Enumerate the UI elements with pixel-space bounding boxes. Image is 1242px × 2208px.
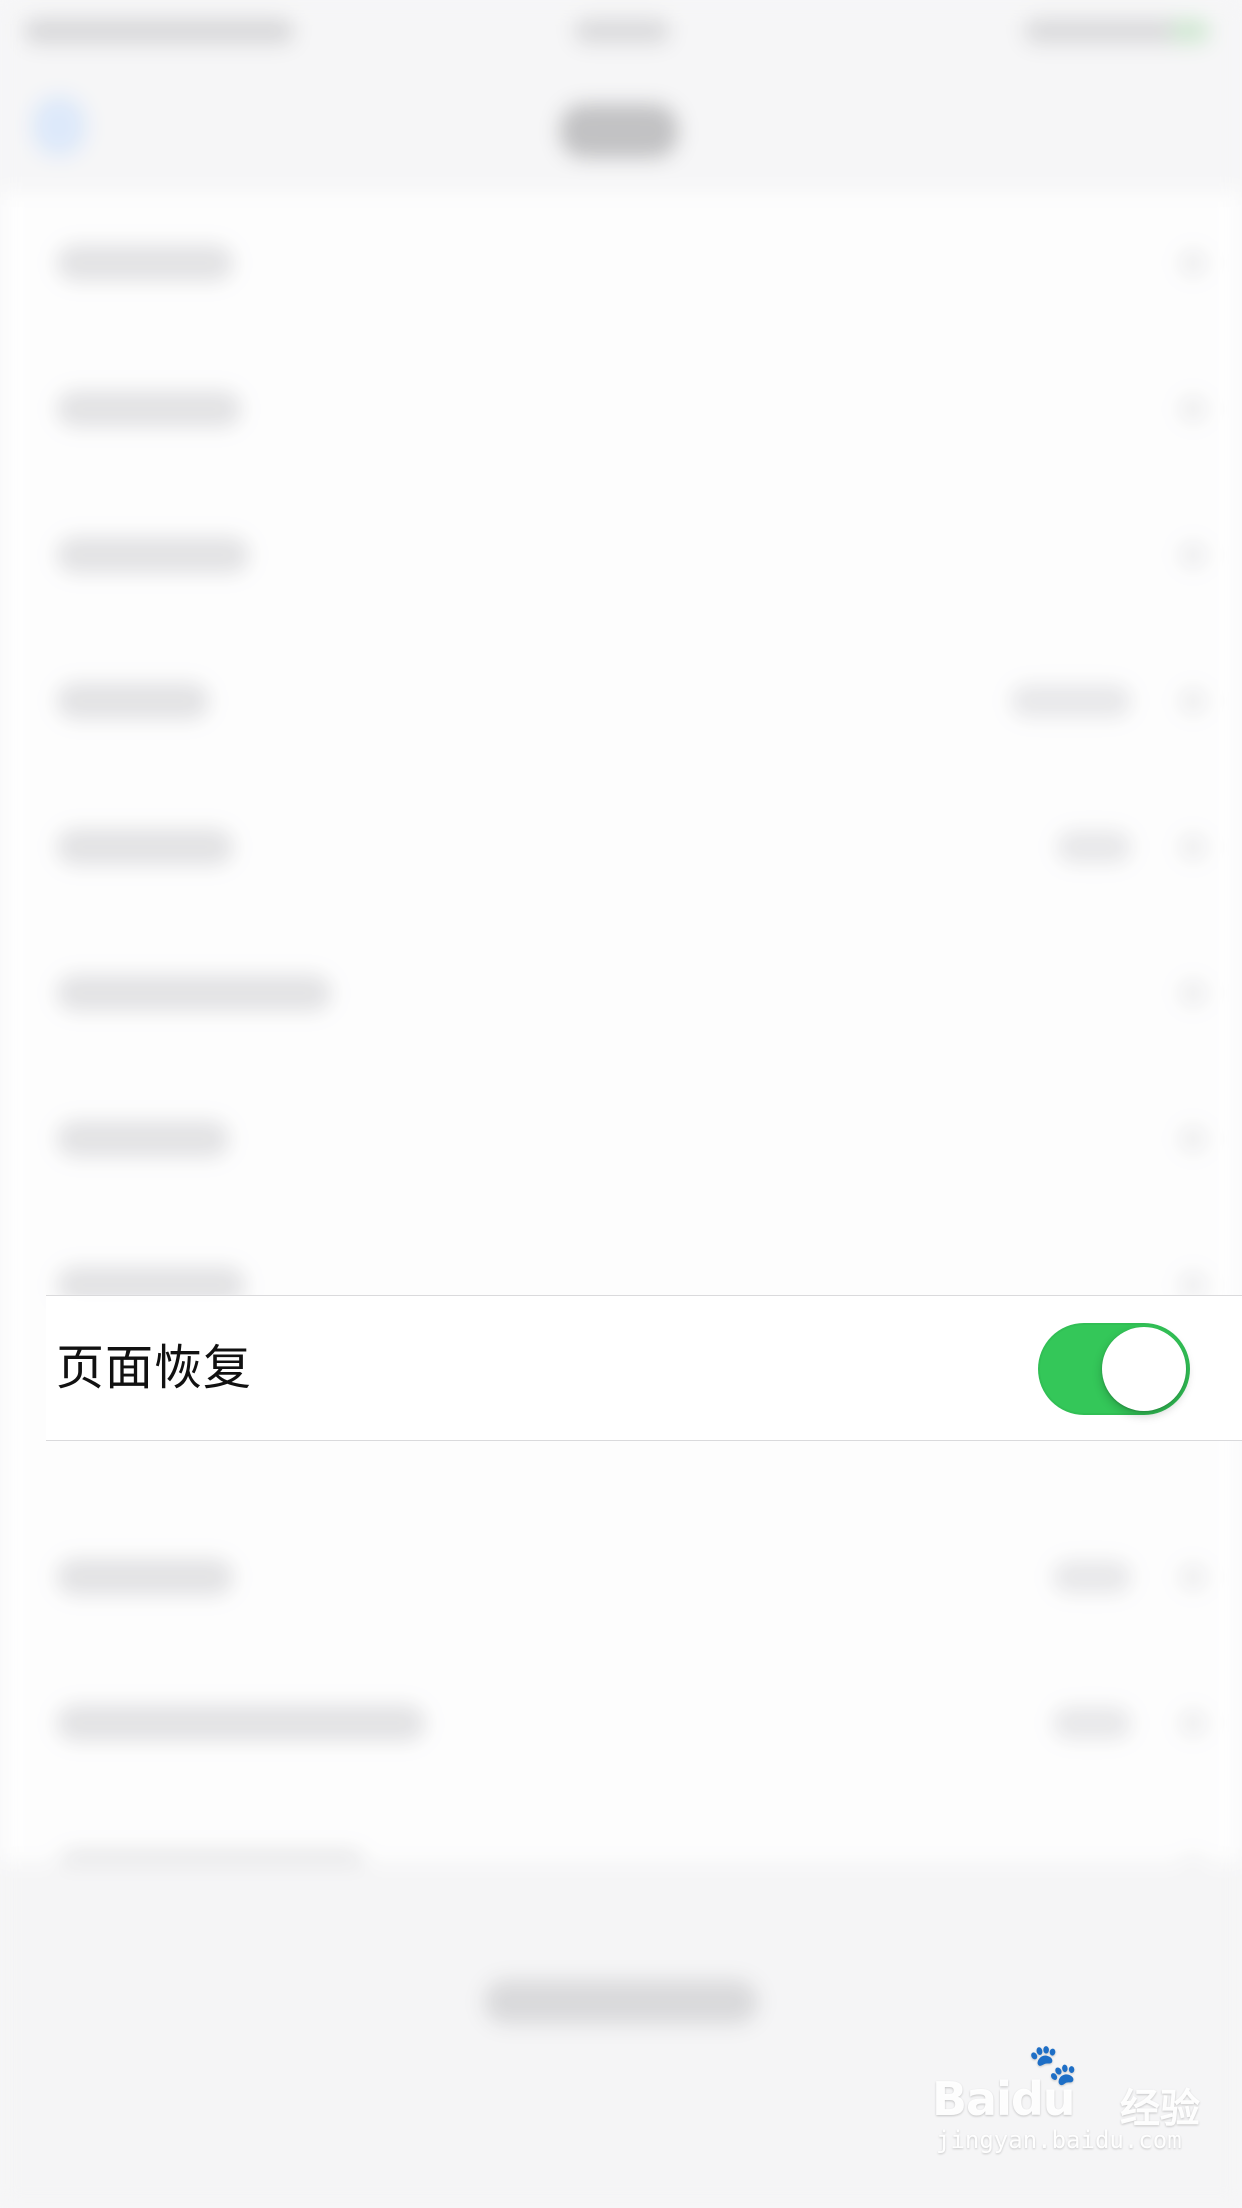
battery-icon (1170, 18, 1210, 44)
status-left-placeholder (24, 18, 294, 44)
navigation-title-placeholder (560, 104, 678, 158)
blurred-row (0, 338, 1242, 484)
blurred-row (0, 630, 1242, 776)
blurred-row-label (56, 1120, 230, 1158)
blurred-row (0, 484, 1242, 630)
baidu-jingyan-watermark: 🐾 Baidu 经验 jingyan.baidu.com (932, 2044, 1200, 2156)
blurred-footer (0, 1862, 1242, 2208)
back-icon (32, 96, 86, 156)
chevron-right-icon (1178, 540, 1208, 570)
chevron-right-icon (1178, 1124, 1208, 1154)
blurred-row-value (1052, 1560, 1132, 1594)
blurred-row (0, 1798, 1242, 1944)
watermark-url: jingyan.baidu.com (936, 2126, 1182, 2154)
status-center-placeholder (574, 18, 670, 44)
blurred-row-value (1010, 684, 1132, 718)
chevron-right-icon (1178, 1854, 1208, 1884)
chevron-right-icon (1178, 394, 1208, 424)
blurred-row (0, 1652, 1242, 1798)
blurred-row-value (1052, 1706, 1132, 1740)
blurred-row-label (56, 1558, 234, 1596)
screen: 页面恢复 🐾 Baidu 经验 jingyan.baidu.com (0, 0, 1242, 2208)
chevron-right-icon (1178, 1562, 1208, 1592)
chevron-right-icon (1178, 686, 1208, 716)
page-restore-setting-row: 页面恢复 (46, 1295, 1242, 1441)
watermark-brand: Baidu (932, 2072, 1076, 2126)
blurred-row-label (56, 244, 234, 282)
chevron-right-icon (1178, 832, 1208, 862)
blurred-row-label (56, 1850, 368, 1888)
blurred-row (0, 1506, 1242, 1652)
blurred-row-label (56, 682, 210, 720)
blurred-footer-text (484, 1980, 758, 2024)
navigation-bar (0, 60, 1242, 193)
blurred-row (0, 192, 1242, 338)
status-right-placeholder (1024, 18, 1210, 44)
blurred-row-label (56, 390, 242, 428)
blurred-background (0, 0, 1242, 2208)
toggle-knob (1102, 1327, 1186, 1411)
page-restore-label: 页面恢复 (56, 1340, 253, 1396)
blurred-row-value (1056, 830, 1132, 864)
status-bar (0, 0, 1242, 60)
blurred-row-label (56, 536, 250, 574)
chevron-right-icon (1178, 248, 1208, 278)
chevron-right-icon (1178, 1708, 1208, 1738)
chevron-right-icon (1178, 978, 1208, 1008)
page-restore-toggle[interactable] (1038, 1323, 1190, 1415)
blurred-row-label (56, 974, 332, 1012)
blurred-row (0, 922, 1242, 1068)
blurred-row (0, 1068, 1242, 1214)
blurred-settings-list (0, 192, 1242, 1888)
blurred-row-label (56, 1704, 426, 1742)
blurred-row (0, 776, 1242, 922)
blurred-row-label (56, 828, 234, 866)
